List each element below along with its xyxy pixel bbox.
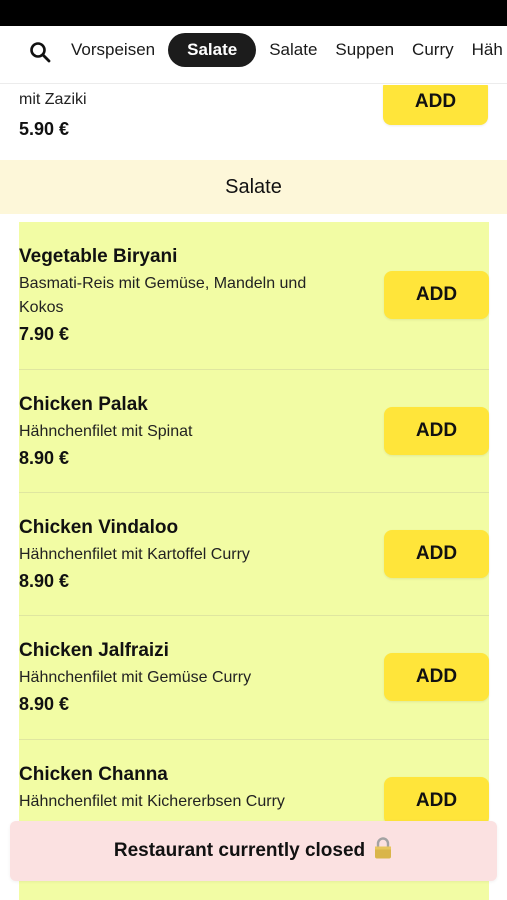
item-price: 7.90 €	[19, 324, 70, 344]
item-name: Chicken Palak	[19, 394, 148, 415]
item-price: 8.90 €	[19, 571, 70, 591]
item-name: Chicken Jalfraizi	[19, 640, 169, 661]
add-button[interactable]: ADD	[384, 407, 489, 455]
category-nav: Vorspeisen Salate Salate Suppen Curry Hä…	[0, 26, 507, 84]
section-header: Salate	[0, 160, 507, 214]
item-price: 8.90 €	[19, 694, 70, 714]
tab-curry[interactable]: Curry	[403, 33, 463, 67]
item-description: mit Zaziki	[19, 91, 87, 108]
item-name: Vegetable Biryani	[19, 246, 178, 267]
item-description: Hähnchenfilet mit Gemüse Curry	[19, 669, 252, 686]
menu-item[interactable]: Chicken Palak Hähnchenfilet mit Spinat 8…	[19, 370, 489, 493]
item-name: Chicken Channa	[19, 764, 168, 785]
search-icon[interactable]	[28, 40, 52, 64]
add-button[interactable]: ADD	[384, 271, 489, 319]
lock-icon	[373, 837, 393, 865]
item-price: 8.90 €	[19, 448, 70, 468]
item-description: Hähnchenfilet mit Spinat	[19, 423, 193, 440]
category-tabs: Vorspeisen Salate Salate Suppen Curry Hä…	[62, 33, 507, 67]
menu-item-previous: mit Zaziki 5.90 € ADD	[0, 85, 507, 160]
section-items: Vegetable Biryani Basmati-Reis mit Gemüs…	[19, 222, 489, 900]
item-description: Basmati-Reis mit Gemüse, Mandeln und Kok…	[19, 275, 307, 316]
menu-item[interactable]: Chicken Jalfraizi Hähnchenfilet mit Gemü…	[19, 616, 489, 740]
item-price: 5.90 €	[19, 119, 70, 139]
add-button[interactable]: ADD	[384, 653, 489, 701]
menu-item[interactable]: Chicken Vindaloo Hähnchenfilet mit Karto…	[19, 493, 489, 616]
tab-suppen[interactable]: Suppen	[326, 33, 403, 67]
tab-salate[interactable]: Salate	[260, 33, 326, 67]
tab-vorspeisen[interactable]: Vorspeisen	[62, 33, 164, 67]
tab-salate-active[interactable]: Salate	[168, 33, 257, 67]
restaurant-closed-banner: Restaurant currently closed	[10, 821, 497, 881]
add-button[interactable]: ADD	[384, 777, 489, 825]
add-button[interactable]: ADD	[383, 85, 488, 125]
banner-text: Restaurant currently closed	[113, 840, 366, 861]
item-description: Hähnchenfilet mit Kichererbsen Curry	[19, 793, 285, 810]
menu-item[interactable]: Vegetable Biryani Basmati-Reis mit Gemüs…	[19, 222, 489, 370]
status-bar	[0, 0, 507, 26]
item-name: Chicken Vindaloo	[19, 517, 179, 538]
tab-haehnchen[interactable]: Häh	[463, 33, 507, 67]
add-button[interactable]: ADD	[384, 530, 489, 578]
menu-content: mit Zaziki 5.90 € ADD Salate Vegetable B…	[0, 85, 507, 900]
item-description: Hähnchenfilet mit Kartoffel Curry	[19, 546, 250, 563]
